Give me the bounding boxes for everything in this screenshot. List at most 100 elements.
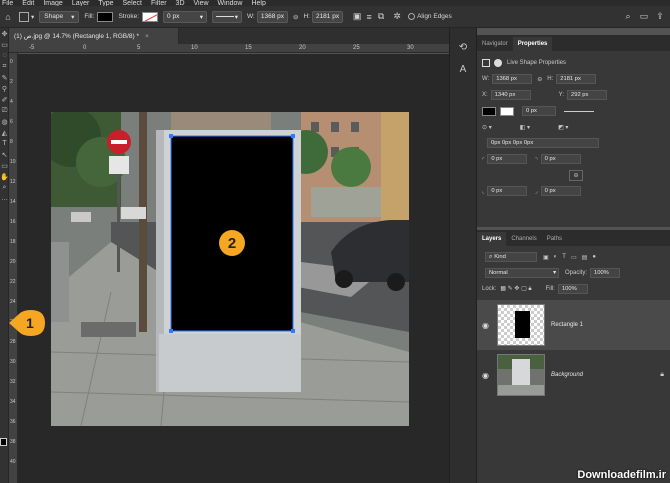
move-tool-icon[interactable]: ✥ — [0, 28, 9, 39]
stroke-align-icon[interactable]: ⊙ ▾ — [482, 124, 492, 131]
lock-row: Lock: ▦ ✎ ✥ ▢ 🔒︎ Fill: 100% — [477, 281, 670, 297]
canvas-image[interactable] — [51, 112, 409, 426]
tab-paths[interactable]: Paths — [542, 232, 567, 246]
lock-pixels-icon[interactable]: ▦ ✎ ✥ ▢ 🔒︎ — [500, 285, 531, 293]
horizontal-ruler[interactable]: -5 0 5 10 15 20 25 30 — [9, 44, 449, 53]
stroke-type-select[interactable]: ▾ — [212, 10, 243, 24]
path-arrangement-icon[interactable]: ⧉ — [375, 11, 387, 23]
shape-icon — [482, 59, 490, 67]
align-edges-toggle[interactable]: Align Edges — [408, 10, 452, 24]
character-icon[interactable]: A — [450, 58, 476, 80]
marquee-tool-icon[interactable]: ▭ — [0, 39, 9, 50]
type-tool-icon[interactable]: T — [0, 138, 9, 149]
share-icon[interactable]: ⇪ — [654, 11, 666, 23]
filter-shape-icon[interactable]: ▭ — [571, 254, 577, 261]
filter-smart-icon[interactable]: ▤ — [582, 254, 588, 261]
width-field[interactable]: W: 1368 px — [247, 10, 288, 24]
opacity-input[interactable]: 100% — [590, 268, 621, 278]
crop-tool-icon[interactable]: ⌗ — [0, 61, 9, 72]
eyedropper-tool-icon[interactable]: ⚲ — [0, 83, 9, 94]
more-tool-icon[interactable]: … — [0, 193, 9, 204]
filter-pixel-icon[interactable]: ▣ — [543, 254, 549, 261]
corners-link-icon[interactable]: ⊖ — [569, 169, 583, 181]
close-tab-icon[interactable]: × — [145, 33, 149, 40]
visibility-eye-icon[interactable]: ◉ — [482, 371, 489, 380]
ruler-tick-label: 20 — [10, 259, 16, 265]
prop-height-input[interactable]: 2181 px — [556, 74, 597, 84]
gradient-tool-icon[interactable]: ◭ — [0, 127, 9, 138]
corner-tl-input[interactable]: 0 px — [487, 154, 528, 164]
stroke-width-field[interactable]: 0 px ▾ — [163, 10, 208, 24]
stroke-corners-icon[interactable]: ◩ ▾ — [558, 124, 568, 131]
tool-preset-picker[interactable]: ▾ — [19, 10, 34, 24]
layer-rectangle-1[interactable]: ◉ Rectangle 1 — [477, 300, 670, 350]
visibility-eye-icon[interactable]: ◉ — [482, 321, 489, 330]
hand-tool-icon[interactable]: ✋ — [0, 171, 9, 182]
corner-tr-input[interactable]: 0 px — [540, 154, 581, 164]
path-alignment-icon[interactable]: ≡ — [363, 11, 375, 23]
foreground-color-swatch[interactable] — [0, 438, 7, 446]
ruler-tick-label: 34 — [10, 399, 16, 405]
stroke-swatch[interactable] — [142, 11, 159, 22]
opacity-label: Opacity: — [565, 270, 588, 276]
stamp-tool-icon[interactable]: ⎚ — [0, 105, 9, 116]
brush-tool-icon[interactable]: ✎ — [0, 72, 9, 83]
vertical-ruler[interactable]: 0246810121416182022242628303234363840 — [9, 53, 18, 483]
history-icon[interactable]: ⟲ — [450, 36, 476, 58]
prop-y-input[interactable]: 292 px — [567, 90, 608, 100]
shape-tool-icon[interactable]: ▭ — [0, 160, 9, 171]
layer-background[interactable]: ◉ Background 🔒︎ — [477, 350, 670, 400]
ruler-tick-label: 36 — [10, 419, 16, 425]
tab-channels[interactable]: Channels — [506, 232, 541, 246]
mask-icon — [494, 59, 502, 67]
document-tab[interactable]: ص (1).jpg @ 14.7% (Rectangle 1, RGB/8) *… — [9, 28, 179, 44]
blend-mode-select[interactable]: Normal ▾ — [485, 268, 559, 278]
ruler-tick-label: 30 — [10, 359, 16, 365]
corners-all-input[interactable]: 0px 0px 0px 0px — [487, 138, 599, 148]
search-icon[interactable]: ⌕ — [622, 11, 634, 23]
zoom-tool-icon[interactable]: ⌕ — [0, 182, 9, 193]
height-field[interactable]: H: 2181 px — [303, 10, 344, 24]
path-operations-icon[interactable]: ▣ — [351, 11, 363, 23]
home-icon[interactable]: ⌂ — [2, 11, 14, 23]
corner-bl-input[interactable]: 0 px — [487, 186, 528, 196]
width-label: W: — [247, 13, 255, 20]
prop-fill-swatch[interactable] — [482, 106, 496, 116]
fill-opacity-input[interactable]: 100% — [557, 284, 588, 294]
stroke-caps-icon[interactable]: ◧ ▾ — [520, 124, 530, 131]
workspace-icon[interactable]: ▭ — [638, 11, 650, 23]
filter-type-icon[interactable]: T — [562, 254, 566, 260]
prop-link-icon[interactable]: ⊖ — [537, 76, 542, 83]
path-select-tool-icon[interactable]: ↖ — [0, 149, 9, 160]
stroke-control[interactable]: Stroke: — [118, 10, 159, 24]
layer-name[interactable]: Rectangle 1 — [551, 322, 583, 328]
document-workspace[interactable]: 2 — [18, 54, 449, 483]
layers-tabs: Layers Channels Paths — [477, 230, 670, 246]
fill-swatch[interactable] — [97, 11, 114, 22]
prop-x-input[interactable]: 1340 px — [490, 90, 531, 100]
width-value: 1368 px — [260, 13, 284, 20]
tab-properties[interactable]: Properties — [512, 37, 553, 51]
layer-name[interactable]: Background — [551, 372, 583, 378]
prop-stroke-swatch[interactable] — [500, 106, 514, 116]
prop-stroke-width-input[interactable]: 0 px — [522, 106, 556, 116]
prop-y-label: Y: — [558, 92, 565, 98]
layer-kind-filter[interactable]: ⌕ Kind — [485, 252, 537, 262]
blur-tool-icon[interactable]: ◍ — [0, 116, 9, 127]
filter-adjust-icon[interactable]: ◐ — [554, 254, 558, 260]
ruler-tick-label: 8 — [10, 139, 13, 145]
corner-br-input[interactable]: 0 px — [540, 186, 581, 196]
prop-width-input[interactable]: 1368 px — [492, 74, 533, 84]
filter-toggle-icon[interactable]: ● — [592, 254, 596, 260]
fill-control[interactable]: Fill: — [84, 10, 114, 24]
link-icon[interactable]: ⊖ — [293, 10, 298, 24]
lasso-tool-icon[interactable]: ◌ — [0, 50, 9, 61]
tab-navigator[interactable]: Navigator — [477, 37, 513, 51]
shape-mode-select[interactable]: Shape ▾ — [39, 10, 80, 24]
ruler-tick-label: 6 — [10, 119, 13, 125]
ruler-tick-label: 18 — [10, 239, 16, 245]
healing-tool-icon[interactable]: ✐ — [0, 94, 9, 105]
tab-layers[interactable]: Layers — [477, 232, 507, 246]
gear-icon[interactable]: ✲ — [391, 11, 403, 23]
prop-stroke-type[interactable] — [564, 110, 594, 112]
